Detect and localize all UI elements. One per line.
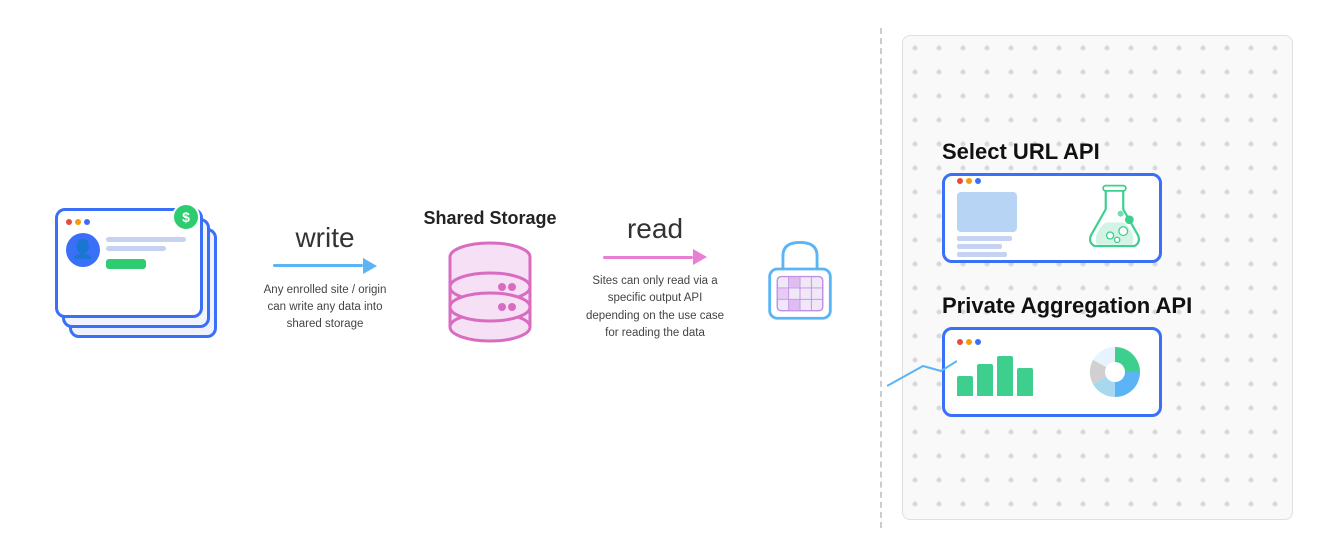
flask-icon xyxy=(1082,183,1147,253)
right-panel-wrapper: Select URL API xyxy=(902,20,1293,535)
write-section: write Any enrolled site / origin can wri… xyxy=(240,222,410,334)
write-arrow-head xyxy=(363,258,377,274)
bar-2 xyxy=(977,364,993,396)
url-dot-red xyxy=(957,178,963,184)
url-dot-yellow xyxy=(966,178,972,184)
chart-dots-row xyxy=(957,339,1077,345)
card-content-row: 👤 xyxy=(66,233,192,269)
bar-1 xyxy=(957,376,973,396)
card-line-2 xyxy=(106,246,166,251)
lock-section xyxy=(740,233,860,323)
vertical-divider xyxy=(880,28,882,528)
chart-dot-red xyxy=(957,339,963,345)
select-url-card xyxy=(942,173,1162,263)
card-button xyxy=(106,259,146,269)
avatar-icon: 👤 xyxy=(72,239,94,260)
shared-storage-title: Shared Storage xyxy=(423,208,556,229)
coin-badge: $ xyxy=(172,203,200,231)
avatar-circle: 👤 xyxy=(66,233,100,267)
line-chart-svg xyxy=(887,351,957,396)
select-url-left xyxy=(957,178,1072,257)
write-arrow-line xyxy=(273,264,363,267)
read-arrow xyxy=(603,249,707,265)
bar-chart xyxy=(957,351,1077,396)
write-arrow xyxy=(273,258,377,274)
card-lines xyxy=(106,237,192,269)
private-aggregation-api-item: Private Aggregation API xyxy=(942,293,1253,417)
select-url-api-item: Select URL API xyxy=(942,139,1253,263)
private-aggregation-title: Private Aggregation API xyxy=(942,293,1253,319)
dot-red xyxy=(66,219,72,225)
chart-dot-blue xyxy=(975,339,981,345)
right-panel-content: Select URL API xyxy=(902,119,1293,437)
card-line-1 xyxy=(106,237,186,242)
lock-icon xyxy=(760,233,840,323)
read-section: read Sites can only read via a specific … xyxy=(570,213,740,342)
private-agg-card xyxy=(942,327,1162,417)
read-arrow-head xyxy=(693,249,707,265)
url-content-block xyxy=(957,192,1017,232)
pie-chart-icon xyxy=(1085,342,1145,402)
bar-3 xyxy=(997,356,1013,396)
url-line-1 xyxy=(957,236,1012,241)
enrolled-site-section: 👤 $ xyxy=(40,208,240,348)
shared-storage-section: Shared Storage xyxy=(410,208,570,347)
dot-yellow xyxy=(75,219,81,225)
url-dot-row xyxy=(957,178,1072,184)
chart-area xyxy=(957,339,1077,404)
chart-dot-yellow xyxy=(966,339,972,345)
read-arrow-line xyxy=(603,256,693,259)
main-diagram: 👤 $ write Any enrolled site / origin can… xyxy=(0,0,1333,555)
dot-blue xyxy=(84,219,90,225)
bar-4 xyxy=(1017,368,1033,396)
write-label: write xyxy=(295,222,354,254)
select-url-title: Select URL API xyxy=(942,139,1253,165)
read-description: Sites can only read via a specific outpu… xyxy=(585,273,725,342)
write-description: Any enrolled site / origin can write any… xyxy=(255,282,395,334)
read-label: read xyxy=(627,213,683,245)
url-dot-blue xyxy=(975,178,981,184)
url-line-3 xyxy=(957,252,1007,257)
url-lines xyxy=(957,236,1072,257)
card-stack: 👤 $ xyxy=(55,208,225,348)
card-front: 👤 $ xyxy=(55,208,203,318)
url-line-2 xyxy=(957,244,1002,249)
database-icon xyxy=(440,237,540,347)
